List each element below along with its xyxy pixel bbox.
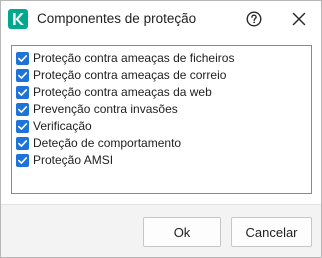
item-label: Prevenção contra invasões — [33, 102, 178, 116]
dialog-title: Componentes de proteção — [37, 11, 197, 26]
checkbox[interactable] — [16, 52, 29, 65]
checkbox[interactable] — [16, 86, 29, 99]
close-button[interactable] — [290, 10, 308, 28]
item-label: Proteção contra ameaças da web — [33, 85, 212, 99]
checkmark-icon — [18, 157, 28, 164]
kaspersky-logo-icon — [8, 9, 28, 29]
checkbox[interactable] — [16, 137, 29, 150]
dialog-footer: Ok Cancelar — [1, 204, 321, 257]
checkmark-icon — [18, 55, 28, 62]
components-list[interactable]: Proteção contra ameaças de ficheiros Pro… — [11, 45, 312, 194]
title-bar: Componentes de proteção — [1, 1, 321, 37]
checkmark-icon — [18, 106, 28, 113]
item-label: Proteção contra ameaças de correio — [33, 68, 227, 82]
checkmark-icon — [18, 140, 28, 147]
checkmark-icon — [18, 89, 28, 96]
dialog-window: Componentes de proteção Proteção contra … — [0, 0, 322, 258]
list-item-intrusion-prevention[interactable]: Prevenção contra invasões — [16, 101, 178, 118]
list-item-file-threat-protection[interactable]: Proteção contra ameaças de ficheiros — [16, 50, 234, 67]
item-label: Proteção AMSI — [33, 153, 114, 167]
close-icon — [292, 12, 306, 26]
list-item-mail-threat-protection[interactable]: Proteção contra ameaças de correio — [16, 67, 226, 84]
item-label: Proteção contra ameaças de ficheiros — [33, 51, 235, 65]
checkmark-icon — [18, 123, 28, 130]
help-button[interactable] — [245, 10, 263, 28]
checkbox[interactable] — [16, 103, 29, 116]
checkbox[interactable] — [16, 69, 29, 82]
cancel-button[interactable]: Cancelar — [231, 217, 312, 247]
list-item-behavior-detection[interactable]: Deteção de comportamento — [16, 135, 181, 152]
list-item-amsi-protection[interactable]: Proteção AMSI — [16, 152, 113, 169]
item-label: Deteção de comportamento — [33, 136, 182, 150]
ok-button[interactable]: Ok — [143, 217, 221, 247]
checkmark-icon — [18, 72, 28, 79]
list-item-web-threat-protection[interactable]: Proteção contra ameaças da web — [16, 84, 212, 101]
checkbox[interactable] — [16, 154, 29, 167]
item-label: Verificação — [33, 119, 92, 133]
checkbox[interactable] — [16, 120, 29, 133]
list-item-scan[interactable]: Verificação — [16, 118, 92, 135]
help-circle-icon — [246, 11, 262, 27]
